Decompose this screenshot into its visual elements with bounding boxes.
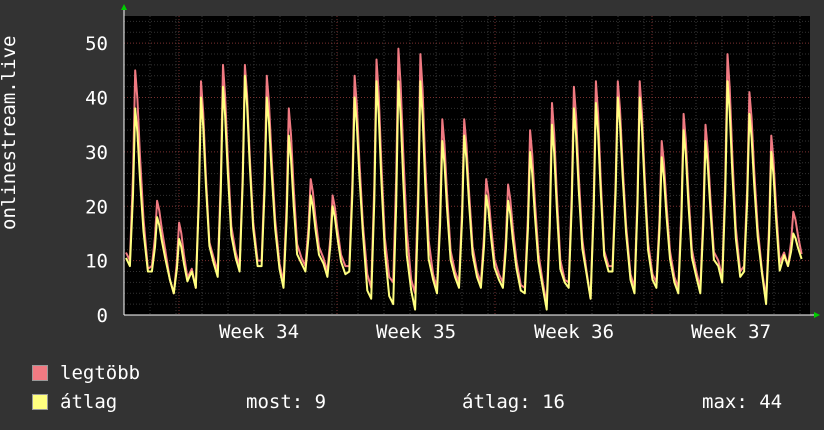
chart-canvas: 0 10 20 30 40 50 Week 34 Week 35 Week 36 Week 37 bbox=[85, 4, 820, 343]
legend-item-avg: átlag bbox=[32, 391, 117, 413]
x-axis-arrow bbox=[814, 312, 820, 318]
y-tick-label: 40 bbox=[85, 88, 108, 110]
y-tick-label: 20 bbox=[85, 196, 108, 218]
y-tick-label: 0 bbox=[97, 305, 108, 327]
legend-label-avg: átlag bbox=[60, 391, 118, 413]
x-tick-label: Week 35 bbox=[376, 321, 456, 343]
x-tick-label: Week 34 bbox=[219, 321, 299, 343]
y-axis-arrow bbox=[121, 4, 127, 10]
legend-item-max: legtöbb bbox=[32, 362, 140, 384]
stat-now: most: 9 bbox=[246, 391, 327, 413]
legend-swatch-avg bbox=[32, 394, 48, 410]
x-tick-label: Week 37 bbox=[691, 321, 771, 343]
y-tick-label: 30 bbox=[85, 142, 108, 164]
y-axis-label: onlinestream.live bbox=[0, 35, 20, 230]
stat-average: átlag: 16 bbox=[462, 391, 565, 413]
y-tick-label: 10 bbox=[85, 251, 108, 273]
stat-maximum: max: 44 bbox=[702, 391, 783, 413]
y-tick-label: 50 bbox=[85, 33, 108, 55]
legend-swatch-max bbox=[32, 365, 48, 381]
x-tick-label: Week 36 bbox=[534, 321, 614, 343]
legend-label-max: legtöbb bbox=[60, 362, 141, 384]
